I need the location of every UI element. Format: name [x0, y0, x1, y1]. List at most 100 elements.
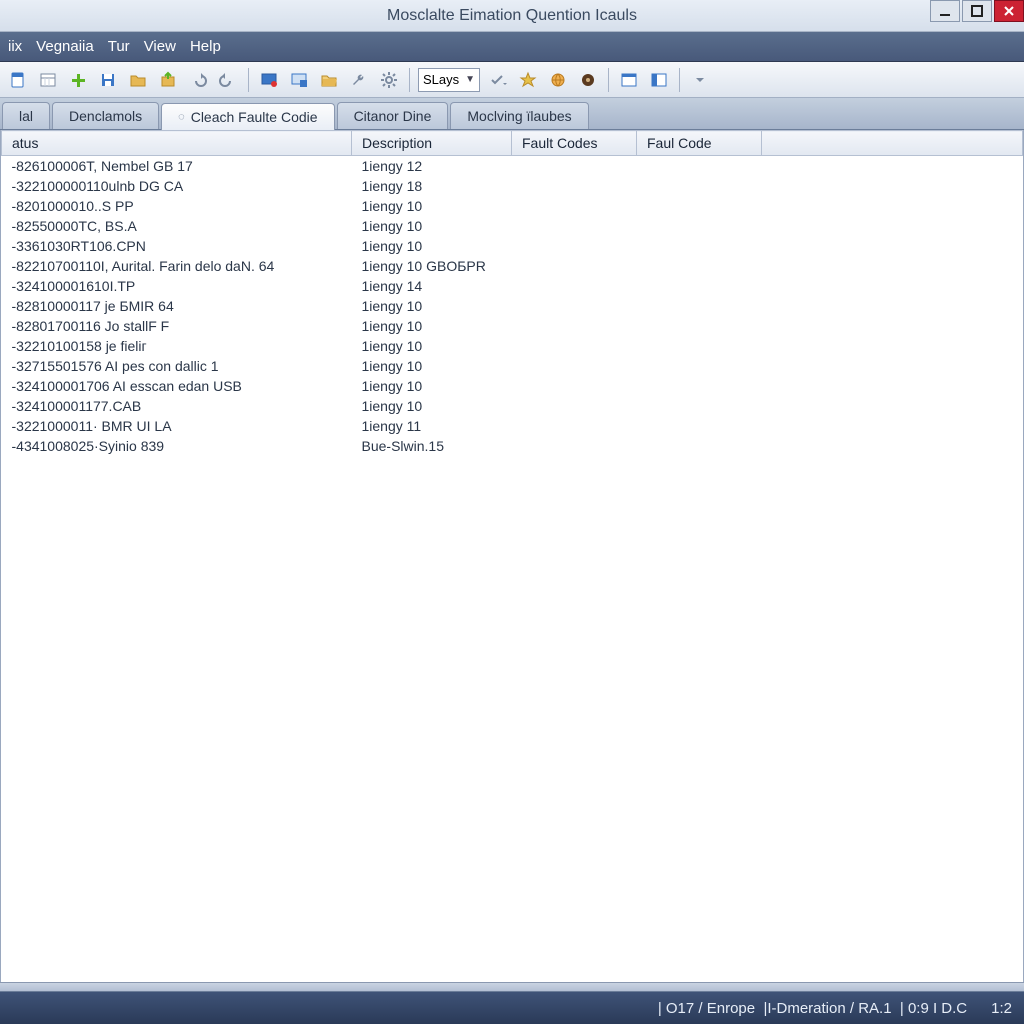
table-row[interactable]: -3361030RT106.CPN1iengy 10 [2, 236, 1023, 256]
fault-codes-table: atusDescriptionFault CodesFaul Code -826… [1, 130, 1023, 456]
table-row[interactable]: -324100001610I.TP1iengy 14 [2, 276, 1023, 296]
cell-d [637, 336, 762, 356]
tabbar: lalDenclamols ◌ Cleach Faulte Codie Citanor… [0, 98, 1024, 130]
cell-c [512, 396, 637, 416]
cell-d [637, 356, 762, 376]
cell-blank [762, 356, 1023, 376]
cell-desc: 1iengy 10 [352, 196, 512, 216]
cell-d [637, 176, 762, 196]
cell-blank [762, 256, 1023, 276]
cell-blank [762, 396, 1023, 416]
refresh-icon: ◌ [178, 111, 185, 123]
table-row[interactable]: -4341008025·Syinio 839Bue-Slwin.15 [2, 436, 1023, 456]
star-button[interactable] [516, 68, 540, 92]
table-row[interactable]: -32210100158 je fieliг1iengy 10 [2, 336, 1023, 356]
cell-d [637, 256, 762, 276]
column-header-atus[interactable]: atus [2, 131, 352, 156]
cell-blank [762, 276, 1023, 296]
panel2-button[interactable] [647, 68, 671, 92]
menu-help[interactable]: Help [190, 38, 221, 55]
cell-atus: -3361030RT106.CPN [2, 236, 352, 256]
cell-blank [762, 216, 1023, 236]
cell-blank [762, 196, 1023, 216]
menu-vegnaiia[interactable]: Vegnaiia [36, 38, 94, 55]
cell-desc: 1iengy 12 [352, 156, 512, 177]
cell-c [512, 256, 637, 276]
cell-desc: 1iengy 10 [352, 296, 512, 316]
cell-desc: 1iengy 18 [352, 176, 512, 196]
globe-button[interactable] [546, 68, 570, 92]
menu-iix[interactable]: iix [8, 38, 22, 55]
menu-tur[interactable]: Tur [108, 38, 130, 55]
export-button[interactable] [156, 68, 180, 92]
cell-atus: -32210100158 je fieliг [2, 336, 352, 356]
table-row[interactable]: -82801700116 Jo stallF F1iengy 10 [2, 316, 1023, 336]
minimize-button[interactable] [930, 0, 960, 22]
table-row[interactable]: -82210700110I, Aurital. Farin delo daN. … [2, 256, 1023, 276]
tab-lal[interactable]: lal [2, 102, 50, 129]
cell-d [637, 196, 762, 216]
resize-strip[interactable] [0, 982, 1024, 992]
open-folder-button[interactable] [317, 68, 341, 92]
calendar-button[interactable] [36, 68, 60, 92]
tab-moclving-laubes[interactable]: Moclving ïlaubes [450, 102, 588, 129]
cell-c [512, 196, 637, 216]
table-row[interactable]: -82550000TC, BS.A1iengy 10 [2, 216, 1023, 236]
table-row[interactable]: -826100006T, Nembel GB 171iengy 12 [2, 156, 1023, 177]
cell-d [637, 376, 762, 396]
status-region: | O17 / Enrope |I-Dmeration / RA.1 | 0:9… [658, 1000, 967, 1017]
select-value: SLays [423, 72, 459, 87]
statusbar: | O17 / Enrope |I-Dmeration / RA.1 | 0:9… [0, 992, 1024, 1024]
column-header-faul-code[interactable]: Faul Code [637, 131, 762, 156]
folder-button[interactable] [126, 68, 150, 92]
cell-blank [762, 316, 1023, 336]
panel1-button[interactable] [617, 68, 641, 92]
save-button[interactable] [96, 68, 120, 92]
menubar: iix Vegnaiia Tur View Help [0, 32, 1024, 62]
tab-label: Cleach Faulte Codie [191, 109, 318, 125]
undo-button[interactable] [186, 68, 210, 92]
redo-button[interactable] [216, 68, 240, 92]
table-row[interactable]: -3221000011· BMR UI LA1iengy 11 [2, 416, 1023, 436]
more-dropdown-button[interactable] [688, 68, 712, 92]
wrench-button[interactable] [347, 68, 371, 92]
cell-blank [762, 176, 1023, 196]
cell-c [512, 316, 637, 336]
maximize-button[interactable] [962, 0, 992, 22]
disc-button[interactable] [576, 68, 600, 92]
cell-desc: 1iengy 10 [352, 396, 512, 416]
column-header-description[interactable]: Description [352, 131, 512, 156]
new-doc-button[interactable] [6, 68, 30, 92]
cell-d [637, 396, 762, 416]
table-row[interactable]: -324100001706 AI esscan edan USB1iengy 1… [2, 376, 1023, 396]
table-row[interactable]: -32715501576 AI pes con dallic 11iengy 1… [2, 356, 1023, 376]
tab-denclamols[interactable]: Denclamols [52, 102, 159, 129]
menu-view[interactable]: View [144, 38, 176, 55]
column-header-fault-codes[interactable]: Fault Codes [512, 131, 637, 156]
tab-label: Citanor Dine [354, 108, 432, 124]
tab-cleach-faulte-codie[interactable]: ◌ Cleach Faulte Codie [161, 103, 334, 130]
check-dropdown-button[interactable] [486, 68, 510, 92]
table-row[interactable]: -324100001177.CAB1iengy 10 [2, 396, 1023, 416]
layer-select[interactable]: SLays ▼ [418, 68, 480, 92]
table-row[interactable]: -82810000117 je БMIR 641iengy 10 [2, 296, 1023, 316]
toolbar-separator [608, 68, 609, 92]
cell-c [512, 356, 637, 376]
cell-c [512, 236, 637, 256]
cell-c [512, 156, 637, 177]
cell-d [637, 416, 762, 436]
screen2-button[interactable] [287, 68, 311, 92]
cell-blank [762, 236, 1023, 256]
cell-atus: -8201000010..S PP [2, 196, 352, 216]
gear-button[interactable] [377, 68, 401, 92]
cell-atus: -324100001610I.TP [2, 276, 352, 296]
cell-c [512, 216, 637, 236]
window-controls [928, 0, 1024, 22]
cell-atus: -826100006T, Nembel GB 17 [2, 156, 352, 177]
add-button[interactable] [66, 68, 90, 92]
table-row[interactable]: -8201000010..S PP1iengy 10 [2, 196, 1023, 216]
screen1-button[interactable] [257, 68, 281, 92]
table-row[interactable]: -322100000110ulnb DG CA1iengy 18 [2, 176, 1023, 196]
tab-citanor-dine[interactable]: Citanor Dine [337, 102, 449, 129]
close-button[interactable] [994, 0, 1024, 22]
